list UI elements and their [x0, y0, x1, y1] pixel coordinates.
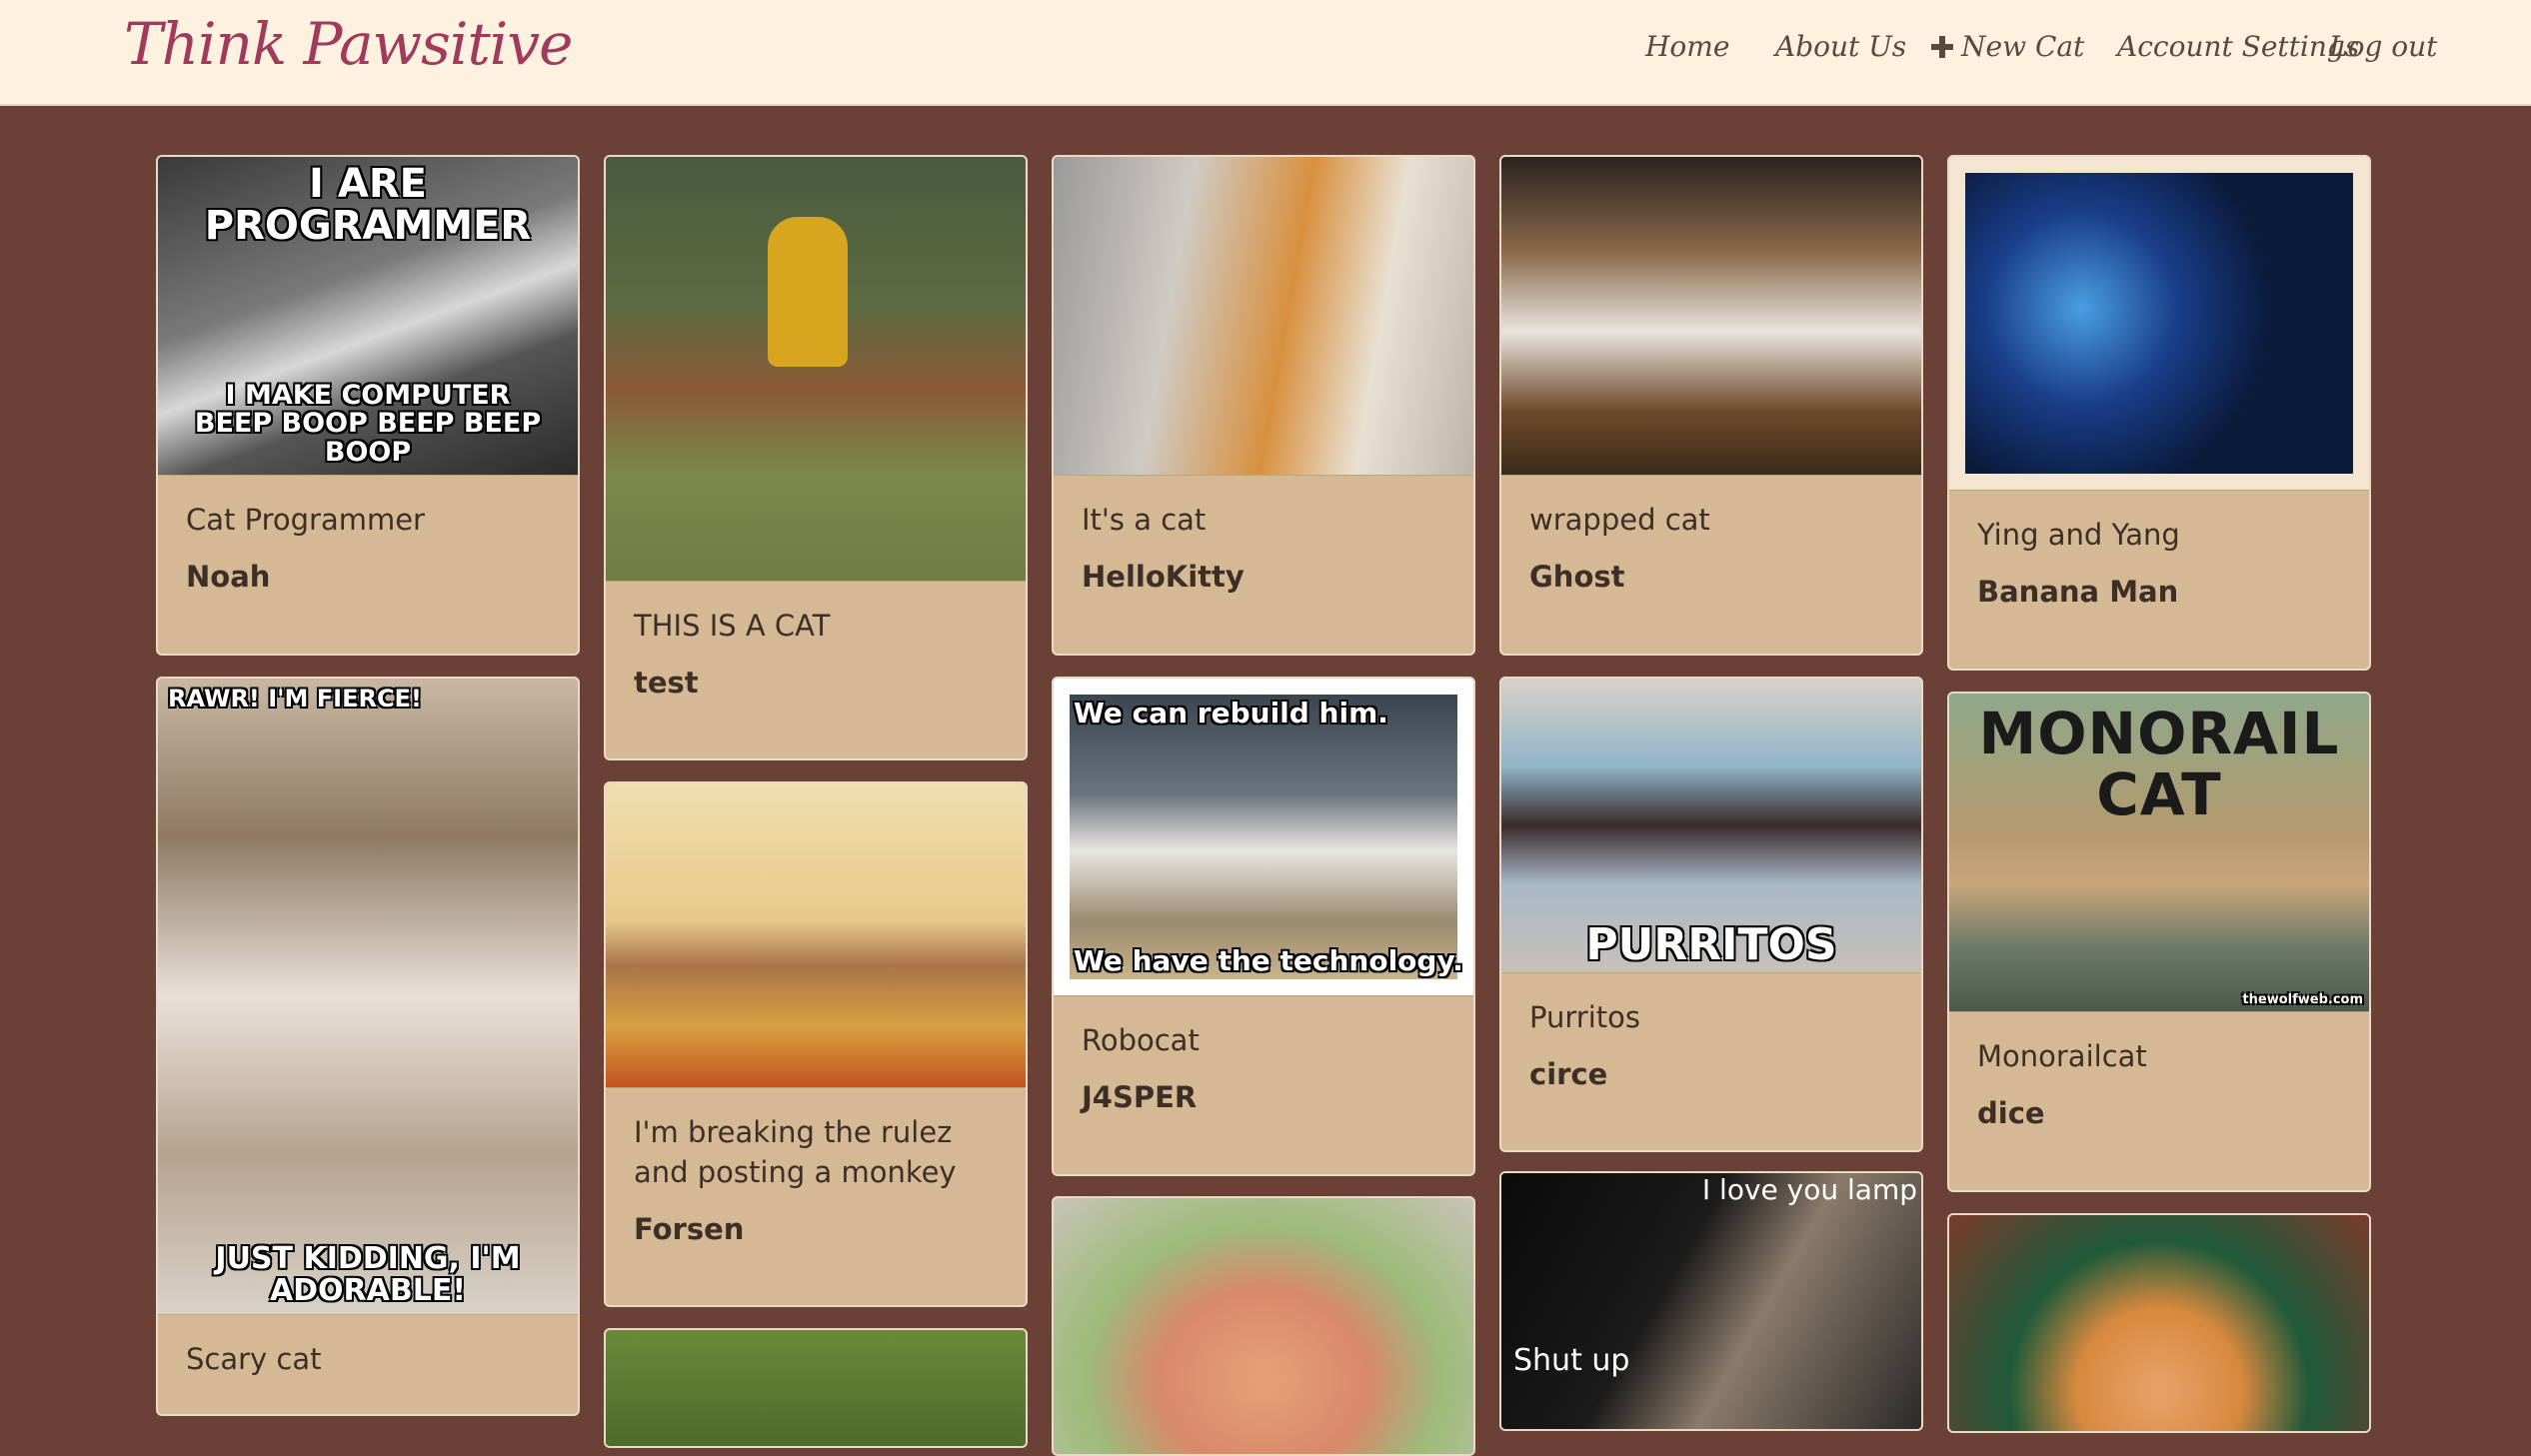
nav-new-cat[interactable]: New Cat — [1931, 30, 2084, 63]
nav-log-out[interactable]: Log out — [2329, 30, 2437, 63]
post-author[interactable]: dice — [1949, 1096, 2369, 1130]
post-author[interactable]: HelloKitty — [1054, 560, 1473, 594]
nav-account-settings[interactable]: Account Settings — [2117, 30, 2359, 63]
post-title: Scary cat — [186, 1342, 322, 1376]
post-author[interactable]: Forsen — [606, 1212, 1026, 1246]
cat-post-card[interactable]: wrapped cat Ghost — [1499, 155, 1923, 656]
post-image[interactable]: I ARE PROGRAMMER I MAKE COMPUTER BEEP BO… — [158, 157, 578, 476]
meme-caption-top: MONORAIL CAT — [1978, 700, 2340, 828]
post-image[interactable]: RAWR! I'M FIERCE! JUST KIDDING, I'M ADOR… — [158, 679, 578, 1315]
nav-about-label: About Us — [1775, 30, 1907, 63]
post-title: THIS IS A CAT — [634, 609, 831, 643]
nav-home[interactable]: Home — [1645, 30, 1729, 63]
post-title: Monorailcat — [1977, 1039, 2147, 1073]
post-image[interactable] — [1054, 157, 1473, 476]
cat-post-card[interactable] — [604, 1328, 1028, 1448]
rider-figure — [768, 217, 848, 367]
plus-icon — [1931, 35, 1953, 58]
post-image[interactable]: We can rebuild him. We have the technolo… — [1054, 679, 1473, 996]
post-author[interactable]: test — [606, 666, 1026, 700]
meme-caption-top: I ARE PROGRAMMER — [204, 161, 532, 249]
cat-post-card[interactable]: We can rebuild him. We have the technolo… — [1052, 677, 1475, 1176]
post-image[interactable] — [1501, 157, 1921, 476]
meme-caption-bottom: PURRITOS — [1585, 918, 1837, 970]
cat-post-card[interactable]: PURRITOS Purritos circe — [1499, 677, 1923, 1152]
meme-caption-top: I love you lamp — [1701, 1173, 1917, 1206]
nav-new-cat-label: New Cat — [1961, 30, 2085, 63]
post-image[interactable]: MONORAIL CAT thewolfweb.com — [1949, 694, 2369, 1012]
post-title: Ying and Yang — [1977, 518, 2180, 552]
post-image[interactable] — [1949, 1215, 2369, 1431]
post-image[interactable] — [606, 157, 1026, 582]
nav-about-us[interactable]: About Us — [1775, 30, 1906, 63]
post-image[interactable] — [1054, 1198, 1473, 1454]
post-image[interactable] — [606, 783, 1026, 1088]
meme-caption-bottom: Shut up — [1513, 1343, 1630, 1378]
nav-account-label: Account Settings — [2117, 30, 2360, 63]
image-credit: thewolfweb.com — [2242, 992, 2363, 1008]
post-image[interactable] — [1949, 157, 2369, 491]
brand-logo[interactable]: Think Pawsitive — [124, 10, 573, 78]
post-author[interactable]: Noah — [158, 560, 578, 594]
cat-post-card[interactable]: I ARE PROGRAMMER I MAKE COMPUTER BEEP BO… — [156, 155, 580, 656]
cat-post-card[interactable]: It's a cat HelloKitty — [1052, 155, 1475, 656]
nav-home-label: Home — [1645, 30, 1730, 63]
post-author[interactable]: circe — [1501, 1057, 1921, 1091]
post-title: Robocat — [1082, 1023, 1200, 1057]
top-navbar: Think Pawsitive Home About Us New Cat Ac… — [0, 0, 2531, 106]
post-title: It's a cat — [1082, 503, 1207, 537]
cat-post-card[interactable] — [1052, 1196, 1475, 1456]
meme-caption-bottom: We have the technology. — [1074, 943, 1463, 977]
post-title: Cat Programmer — [186, 503, 425, 537]
cat-post-card[interactable]: RAWR! I'M FIERCE! JUST KIDDING, I'M ADOR… — [156, 677, 580, 1416]
meme-caption-top: We can rebuild him. — [1074, 697, 1388, 729]
post-image[interactable]: PURRITOS — [1501, 679, 1921, 973]
cat-post-card[interactable]: THIS IS A CAT test — [604, 155, 1028, 760]
post-title: wrapped cat — [1529, 503, 1710, 537]
post-author[interactable]: Ghost — [1501, 560, 1921, 594]
post-image[interactable]: I love you lamp Shut up — [1501, 1173, 1921, 1429]
meme-caption-bottom: I MAKE COMPUTER BEEP BOOP BEEP BEEP BOOP — [194, 379, 542, 468]
nav-logout-label: Log out — [2329, 30, 2438, 63]
post-title: I'm breaking the rulez and posting a mon… — [634, 1115, 957, 1189]
cat-post-card[interactable] — [1947, 1213, 2371, 1433]
cat-post-card[interactable]: Ying and Yang Banana Man — [1947, 155, 2371, 671]
cat-post-card[interactable]: I love you lamp Shut up — [1499, 1171, 1923, 1431]
post-author[interactable]: Banana Man — [1949, 575, 2369, 609]
meme-caption-top: RAWR! I'M FIERCE! — [168, 685, 422, 713]
cat-post-card[interactable]: MONORAIL CAT thewolfweb.com Monorailcat … — [1947, 692, 2371, 1192]
meme-caption-bottom: JUST KIDDING, I'M ADORABLE! — [215, 1241, 521, 1308]
post-title: Purritos — [1529, 1000, 1640, 1034]
post-author[interactable]: J4SPER — [1054, 1080, 1473, 1114]
post-image[interactable] — [606, 1330, 1026, 1446]
cat-post-card[interactable]: I'm breaking the rulez and posting a mon… — [604, 781, 1028, 1307]
